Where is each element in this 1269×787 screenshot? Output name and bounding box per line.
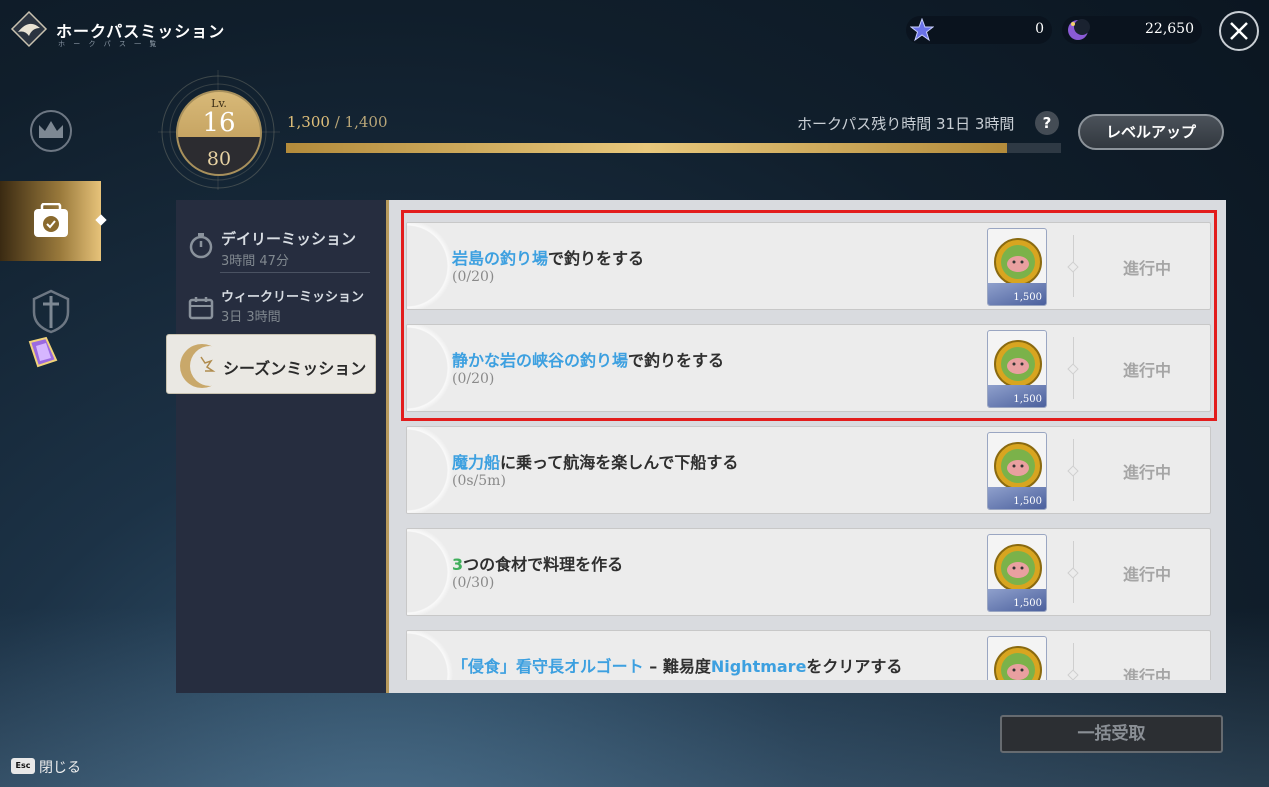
mission-title: 魔力船に乗って航海を楽しんで下船する — [452, 449, 738, 473]
gem-icon — [28, 336, 58, 368]
close-label[interactable]: 閉じる — [39, 757, 81, 777]
star-currency-icon — [910, 18, 934, 42]
mission-status: 進行中 — [1122, 667, 1171, 680]
xp-current: 1,300 — [287, 113, 330, 131]
mission-status: 進行中 — [1122, 463, 1171, 482]
coin-icon — [994, 646, 1042, 680]
mission-title-highlight: 魔力船 — [452, 453, 501, 472]
reward-amount: 1,500 — [1013, 598, 1042, 609]
season-crescent-icon — [180, 344, 227, 388]
crown-icon[interactable] — [28, 108, 74, 154]
coin-icon — [994, 544, 1042, 592]
header: ホークパスミッション ホ ー ク パ ス 一 覧 0 22,650 — [0, 0, 1269, 60]
mission-title-highlight-2: Nightmare — [710, 657, 807, 676]
mission-card[interactable]: 「侵食」看守長オルゴート – 難易度Nightmareをクリアする進行中 — [406, 630, 1211, 680]
level-sub-value: 80 — [206, 148, 232, 170]
close-button[interactable] — [1219, 11, 1259, 51]
highlight-box — [401, 210, 1217, 421]
card-separator-ornament — [1067, 669, 1079, 680]
collect-all-button[interactable]: 一括受取 — [1000, 715, 1223, 753]
tab-daily-time: 3時間 47分 — [221, 254, 289, 269]
card-separator-ornament — [1067, 465, 1079, 477]
moon-currency: 22,650 — [1062, 16, 1202, 44]
tab-weekly-time: 3日 3時間 — [221, 310, 281, 325]
help-button[interactable]: ? — [1035, 111, 1059, 135]
level-up-button[interactable]: レベルアップ — [1078, 114, 1224, 150]
mission-card[interactable]: 魔力船に乗って航海を楽しんで下船する (0s/5m) 1,500 進行中 — [406, 426, 1211, 514]
reward-amount: 1,500 — [1013, 496, 1042, 507]
stopwatch-icon — [189, 233, 213, 259]
star-currency: 0 — [906, 16, 1052, 44]
xp-progress-fill — [286, 143, 1007, 153]
moon-currency-value: 22,650 — [1145, 21, 1194, 37]
mission-title-highlight: 3 — [452, 555, 464, 574]
star-currency-value: 0 — [1035, 21, 1044, 37]
sword-shield-icon[interactable] — [30, 288, 72, 334]
tab-season-missions[interactable]: シーズンミッション — [166, 334, 376, 394]
mission-title-rest: に乗って航海を楽しんで下船する — [500, 453, 739, 472]
mission-card[interactable]: 3つの食材で料理を作る (0/30) 1,500 進行中 — [406, 528, 1211, 616]
hawk-logo-icon — [10, 10, 48, 48]
reward-item[interactable]: 1,500 — [987, 432, 1047, 510]
reward-item[interactable]: 1,500 — [987, 534, 1047, 612]
mission-calendar-icon — [34, 203, 68, 237]
remaining-time: ホークパス残り時間 31日 3時間 — [797, 115, 1015, 133]
tab-daily-missions[interactable]: デイリーミッション 3時間 47分 — [186, 222, 376, 282]
page-subtitle: ホ ー ク パ ス 一 覧 — [58, 40, 160, 48]
level-badge: Lv. 16 80 — [176, 90, 262, 176]
moon-currency-icon — [1068, 19, 1090, 40]
close-icon — [1230, 22, 1248, 40]
reward-item[interactable] — [987, 636, 1047, 680]
tab-season-label: シーズンミッション — [223, 359, 367, 378]
mission-title: 「侵食」看守長オルゴート – 難易度Nightmareをクリアする — [452, 653, 902, 677]
mission-progress: (0/30) — [452, 575, 495, 591]
mission-progress: (0s/5m) — [452, 473, 506, 489]
card-separator-ornament — [1067, 567, 1079, 579]
mission-title-rest: つの食材で料理を作る — [463, 555, 624, 574]
mission-title-highlight: 「侵食」看守長オルゴート — [452, 657, 644, 676]
coin-icon — [994, 442, 1042, 490]
nav-mission-tab[interactable] — [0, 181, 101, 261]
mission-title-rest: をクリアする — [806, 657, 903, 676]
mission-title-mid: – 難易度 — [643, 657, 711, 676]
xp-total: / 1,400 — [334, 113, 388, 131]
xp-progress-bar — [286, 143, 1061, 153]
level-value: 16 — [202, 108, 236, 138]
mission-status: 進行中 — [1122, 565, 1171, 584]
esc-key: Esc — [11, 758, 35, 774]
mission-title: 3つの食材で料理を作る — [452, 551, 623, 575]
calendar-icon — [188, 297, 214, 320]
tab-daily-label: デイリーミッション — [221, 230, 357, 248]
tab-divider — [220, 272, 370, 273]
xp-text: 1,300 / 1,400 — [287, 113, 388, 131]
tab-weekly-label: ウィークリーミッション — [221, 290, 365, 305]
